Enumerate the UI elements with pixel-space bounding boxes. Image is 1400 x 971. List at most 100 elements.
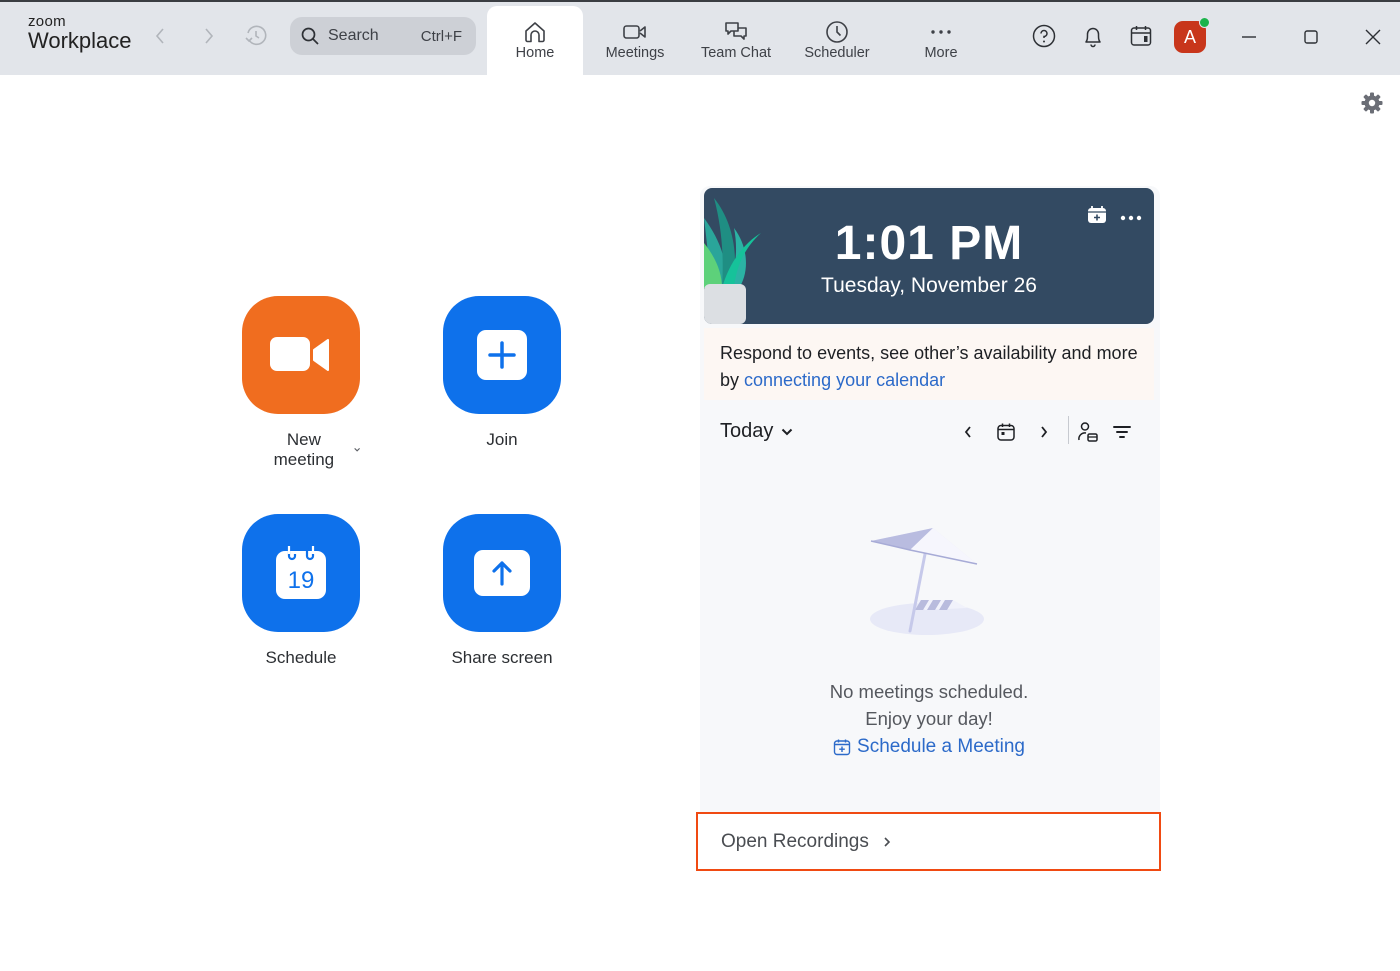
open-recordings-label: Open Recordings [721, 830, 869, 852]
history-icon [245, 25, 267, 46]
schedule-label: Schedule [265, 648, 337, 667]
search-input[interactable]: Search Ctrl+F [290, 17, 476, 55]
schedule-meeting-label: Schedule a Meeting [857, 736, 1025, 757]
connect-calendar-link[interactable]: connecting your calendar [744, 370, 945, 390]
view-selector[interactable]: Today [720, 420, 793, 443]
back-button[interactable] [148, 24, 172, 48]
share-up-arrow-icon [474, 550, 530, 596]
forward-button[interactable] [197, 24, 221, 48]
presence-status-dot [1199, 17, 1210, 28]
search-placeholder: Search [328, 27, 379, 44]
next-day-button[interactable] [1032, 420, 1056, 444]
history-button[interactable] [244, 24, 268, 48]
minimize-button[interactable] [1236, 24, 1262, 50]
previous-day-button[interactable] [956, 420, 980, 444]
new-meeting-button[interactable] [242, 296, 360, 414]
chat-icon [723, 20, 749, 44]
new-meeting-label: New meeting [273, 430, 335, 469]
calendar-panel: 1:01 PM Tuesday, November 26 Respond to … [700, 186, 1160, 870]
connect-calendar-banner: Respond to events, see other’s availabil… [704, 328, 1154, 400]
filter-button[interactable] [1110, 420, 1134, 444]
close-button[interactable] [1360, 24, 1386, 50]
tab-team-chat-label: Team Chat [700, 45, 772, 61]
calendar-add-icon [833, 739, 851, 756]
open-recordings-button[interactable]: Open Recordings [696, 812, 1161, 871]
calendar-toolbar: Today [704, 414, 1154, 454]
maximize-icon [1304, 30, 1318, 44]
title-bar: zoom Workplace Search Ctrl+F Home Meetin… [0, 0, 1400, 77]
share-screen-label: Share screen [451, 648, 553, 667]
toolbar-divider [1068, 416, 1069, 444]
person-calendar-icon [1078, 422, 1098, 442]
app-logo: zoom Workplace [28, 14, 132, 52]
share-screen-button[interactable] [443, 514, 561, 632]
new-meeting-action: New meeting [241, 296, 361, 470]
calendar-icon [997, 423, 1015, 441]
calendar-icon: 19 [276, 546, 326, 599]
video-camera-icon [622, 20, 648, 44]
view-label: Today [720, 420, 774, 442]
calendar-add-icon [1088, 206, 1106, 223]
schedule-button[interactable]: 19 [242, 514, 360, 632]
chevron-right-icon [1041, 426, 1048, 438]
tab-scheduler-label: Scheduler [804, 45, 870, 61]
current-time: 1:01 PM [834, 217, 1024, 270]
minimize-icon [1242, 36, 1256, 38]
empty-state-line-2: Enjoy your day! [865, 708, 993, 729]
avatar[interactable]: A [1174, 17, 1210, 53]
share-screen-action: Share screen [442, 514, 562, 668]
help-icon [1032, 24, 1056, 48]
avatar-initial: A [1183, 26, 1196, 47]
schedule-meeting-link[interactable]: Schedule a Meeting [833, 736, 1025, 758]
notifications-button[interactable] [1079, 22, 1107, 50]
chevron-right-icon [205, 28, 214, 44]
add-event-button[interactable] [1088, 206, 1106, 228]
chevron-right-icon [884, 836, 891, 847]
calendar-button[interactable] [1127, 22, 1155, 50]
tab-home-label: Home [515, 45, 555, 61]
empty-state: No meetings scheduled. Enjoy your day! S… [704, 678, 1154, 761]
calendar-icon [1130, 26, 1152, 46]
clock-header: 1:01 PM Tuesday, November 26 [704, 188, 1154, 324]
help-button[interactable] [1030, 22, 1058, 50]
video-camera-icon [270, 337, 329, 371]
gear-icon [1361, 92, 1383, 114]
more-dots-icon [928, 20, 954, 44]
tab-meetings[interactable]: Meetings [587, 6, 683, 77]
join-action: Join [442, 296, 562, 450]
maximize-button[interactable] [1298, 24, 1324, 50]
schedule-action: 19 Schedule [241, 514, 361, 668]
tab-meetings-label: Meetings [605, 45, 665, 61]
clock-icon [824, 20, 850, 44]
settings-button[interactable] [1360, 91, 1384, 115]
beach-umbrella-illustration [870, 528, 984, 635]
search-shortcut: Ctrl+F [420, 27, 462, 45]
chevron-left-icon [155, 28, 164, 44]
tab-more[interactable]: More [893, 6, 989, 77]
availability-button[interactable] [1076, 420, 1100, 444]
search-icon [301, 27, 319, 45]
tab-home[interactable]: Home [487, 6, 583, 77]
plus-icon [477, 330, 527, 380]
empty-state-line-1: No meetings scheduled. [829, 681, 1029, 702]
logo-workplace-text: Workplace [28, 28, 132, 53]
chevron-down-icon [782, 428, 793, 435]
bell-icon [1085, 27, 1101, 48]
tab-team-chat[interactable]: Team Chat [688, 6, 784, 77]
current-date: Tuesday, November 26 [821, 274, 1037, 297]
more-dots-icon [1120, 215, 1142, 221]
chevron-down-icon [354, 447, 360, 452]
tab-scheduler[interactable]: Scheduler [789, 6, 885, 77]
logo-zoom-text: zoom [28, 13, 66, 30]
tab-more-label: More [924, 45, 958, 61]
calendar-day-number: 19 [288, 567, 315, 594]
filter-icon [1113, 426, 1131, 438]
join-label: Join [486, 430, 518, 449]
date-picker-button[interactable] [994, 420, 1018, 444]
home-icon [522, 20, 548, 44]
close-icon [1365, 29, 1381, 45]
chevron-left-icon [964, 426, 971, 438]
hero-more-button[interactable] [1120, 208, 1142, 226]
join-button[interactable] [443, 296, 561, 414]
new-meeting-dropdown[interactable]: New meeting [263, 430, 361, 470]
